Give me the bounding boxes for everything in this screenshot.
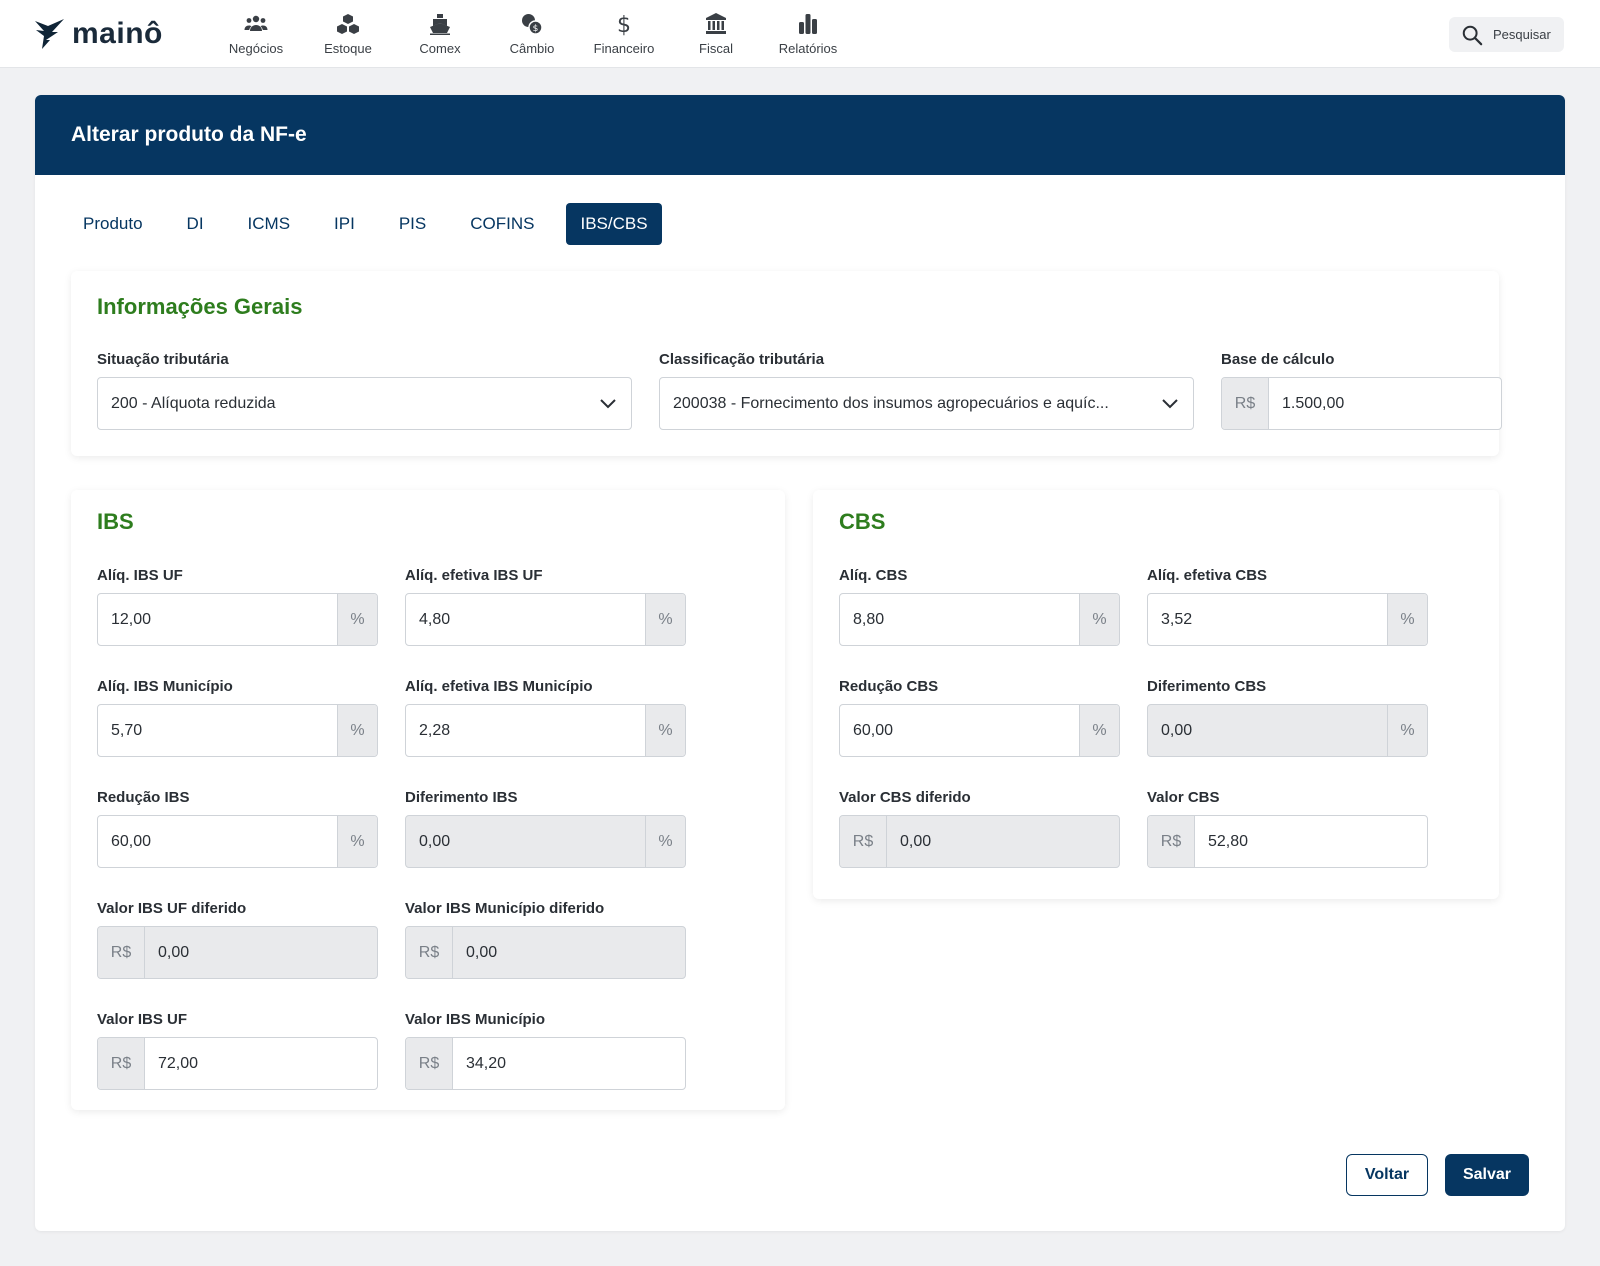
general-info-card: Informações Gerais Situação tributária 2… xyxy=(71,271,1502,456)
base-calculo-label: Base de cálculo xyxy=(1221,351,1335,368)
aliq-ibs-mun-label: Alíq. IBS Município xyxy=(97,678,233,695)
main-nav: Negócios Estoque Comex $ Câmbio $ Financ… xyxy=(210,0,854,68)
coins-icon: $ xyxy=(522,14,543,35)
aliq-efetiva-cbs-label: Alíq. efetiva CBS xyxy=(1147,567,1268,584)
svg-text:$: $ xyxy=(617,13,631,36)
base-calculo-input[interactable]: R$ 1.500,00 xyxy=(1221,377,1502,430)
general-info-title: Informações Gerais xyxy=(97,294,303,319)
currency-prefix: R$ xyxy=(840,816,887,867)
aliq-efetiva-ibs-uf-label: Alíq. efetiva IBS UF xyxy=(405,567,543,584)
tab-cofins[interactable]: COFINS xyxy=(456,203,548,245)
situacao-select[interactable]: 200 - Alíquota reduzida xyxy=(97,377,632,430)
tab-di[interactable]: DI xyxy=(173,203,218,245)
nav-item-financeiro[interactable]: $ Financeiro xyxy=(578,0,670,68)
tab-bar: Produto DI ICMS IPI PIS COFINS IBS/CBS xyxy=(69,203,678,245)
aliq-ibs-mun-input[interactable]: 5,70 % xyxy=(97,704,378,757)
valor-ibs-uf-label: Valor IBS UF xyxy=(97,1011,188,1028)
reducao-cbs-input[interactable]: 60,00 % xyxy=(839,704,1120,757)
nav-item-relatorios[interactable]: Relatórios xyxy=(762,0,854,68)
currency-prefix: R$ xyxy=(1222,378,1269,429)
nav-item-negocios[interactable]: Negócios xyxy=(210,0,302,68)
svg-text:$: $ xyxy=(533,24,539,34)
aliq-ibs-uf-label: Alíq. IBS UF xyxy=(97,567,183,584)
valor-ibs-uf-input[interactable]: R$ 72,00 xyxy=(97,1037,378,1090)
users-icon xyxy=(244,15,268,31)
percent-suffix: % xyxy=(1387,705,1427,756)
panel-header: Alterar produto da NF-e xyxy=(35,95,1565,175)
brand-logo[interactable]: mainô xyxy=(34,14,163,54)
dollar-icon: $ xyxy=(617,13,631,36)
cbs-title: CBS xyxy=(839,509,886,534)
percent-suffix: % xyxy=(1079,705,1119,756)
classificacao-label: Classificação tributária xyxy=(659,351,825,368)
valor-ibs-mun-input[interactable]: R$ 34,20 xyxy=(405,1037,686,1090)
valor-ibs-mun-diferido-input: R$ 0,00 xyxy=(405,926,686,979)
chevron-down-icon xyxy=(1147,378,1193,429)
save-button[interactable]: Salvar xyxy=(1445,1154,1529,1196)
page-title: Alterar produto da NF-e xyxy=(71,123,307,146)
currency-prefix: R$ xyxy=(1148,816,1195,867)
aliq-cbs-label: Alíq. CBS xyxy=(839,567,908,584)
valor-cbs-diferido-input: R$ 0,00 xyxy=(839,815,1120,868)
percent-suffix: % xyxy=(337,816,377,867)
valor-cbs-diferido-label: Valor CBS diferido xyxy=(839,789,971,806)
boxes-icon xyxy=(337,14,359,34)
bird-logo-icon xyxy=(35,19,64,49)
nav-item-estoque[interactable]: Estoque xyxy=(302,0,394,68)
valor-ibs-uf-diferido-input: R$ 0,00 xyxy=(97,926,378,979)
tab-pis[interactable]: PIS xyxy=(385,203,440,245)
nav-item-cambio[interactable]: $ Câmbio xyxy=(486,0,578,68)
situacao-label: Situação tributária xyxy=(97,351,229,368)
aliq-cbs-input[interactable]: 8,80 % xyxy=(839,593,1120,646)
edit-product-panel: Alterar produto da NF-e Produto DI ICMS … xyxy=(35,95,1565,1231)
diferimento-cbs-label: Diferimento CBS xyxy=(1147,678,1267,695)
tab-ipi[interactable]: IPI xyxy=(320,203,369,245)
currency-prefix: R$ xyxy=(98,1038,145,1089)
valor-ibs-mun-diferido-label: Valor IBS Município diferido xyxy=(405,900,605,917)
valor-ibs-uf-diferido-label: Valor IBS UF diferido xyxy=(97,900,247,917)
diferimento-ibs-input: 0,00 % xyxy=(405,815,686,868)
classificacao-select[interactable]: 200038 - Fornecimento dos insumos agrope… xyxy=(659,377,1194,430)
tab-ibs-cbs[interactable]: IBS/CBS xyxy=(566,203,662,245)
percent-suffix: % xyxy=(645,816,685,867)
percent-suffix: % xyxy=(337,705,377,756)
reducao-ibs-label: Redução IBS xyxy=(97,789,190,806)
aliq-efetiva-ibs-mun-label: Alíq. efetiva IBS Município xyxy=(405,678,593,695)
percent-suffix: % xyxy=(1387,594,1427,645)
diferimento-ibs-label: Diferimento IBS xyxy=(405,789,518,806)
percent-suffix: % xyxy=(337,594,377,645)
top-navbar: mainô Negócios Estoque Comex $ Câmbio $ … xyxy=(0,0,1600,68)
bank-icon xyxy=(706,13,726,34)
currency-prefix: R$ xyxy=(406,927,453,978)
tab-icms[interactable]: ICMS xyxy=(234,203,305,245)
valor-cbs-input[interactable]: R$ 52,80 xyxy=(1147,815,1428,868)
reducao-cbs-label: Redução CBS xyxy=(839,678,939,695)
aliq-efetiva-ibs-uf-input[interactable]: 4,80 % xyxy=(405,593,686,646)
nav-item-fiscal[interactable]: Fiscal xyxy=(670,0,762,68)
cbs-card: CBS Alíq. CBS 8,80 % Alíq. efetiva CBS 3… xyxy=(813,490,1499,899)
brand-name: mainô xyxy=(72,17,163,50)
reducao-ibs-input[interactable]: 60,00 % xyxy=(97,815,378,868)
diferimento-cbs-input: 0,00 % xyxy=(1147,704,1428,757)
back-button[interactable]: Voltar xyxy=(1346,1154,1428,1196)
chevron-down-icon xyxy=(585,378,631,429)
valor-cbs-label: Valor CBS xyxy=(1147,789,1220,806)
aliq-efetiva-ibs-mun-input[interactable]: 2,28 % xyxy=(405,704,686,757)
percent-suffix: % xyxy=(645,594,685,645)
currency-prefix: R$ xyxy=(406,1038,453,1089)
nav-item-comex[interactable]: Comex xyxy=(394,0,486,68)
percent-suffix: % xyxy=(645,705,685,756)
aliq-efetiva-cbs-input[interactable]: 3,52 % xyxy=(1147,593,1428,646)
percent-suffix: % xyxy=(1079,594,1119,645)
ibs-card: IBS Alíq. IBS UF 12,00 % Alíq. efetiva I… xyxy=(71,490,785,1110)
bar-chart-icon xyxy=(799,14,817,34)
ibs-title: IBS xyxy=(97,509,134,534)
aliq-ibs-uf-input[interactable]: 12,00 % xyxy=(97,593,378,646)
valor-ibs-mun-label: Valor IBS Município xyxy=(405,1011,546,1028)
search-icon xyxy=(1462,25,1483,45)
search-button[interactable]: Pesquisar xyxy=(1449,17,1564,52)
tab-produto[interactable]: Produto xyxy=(69,203,157,245)
ship-icon xyxy=(430,14,450,35)
currency-prefix: R$ xyxy=(98,927,145,978)
